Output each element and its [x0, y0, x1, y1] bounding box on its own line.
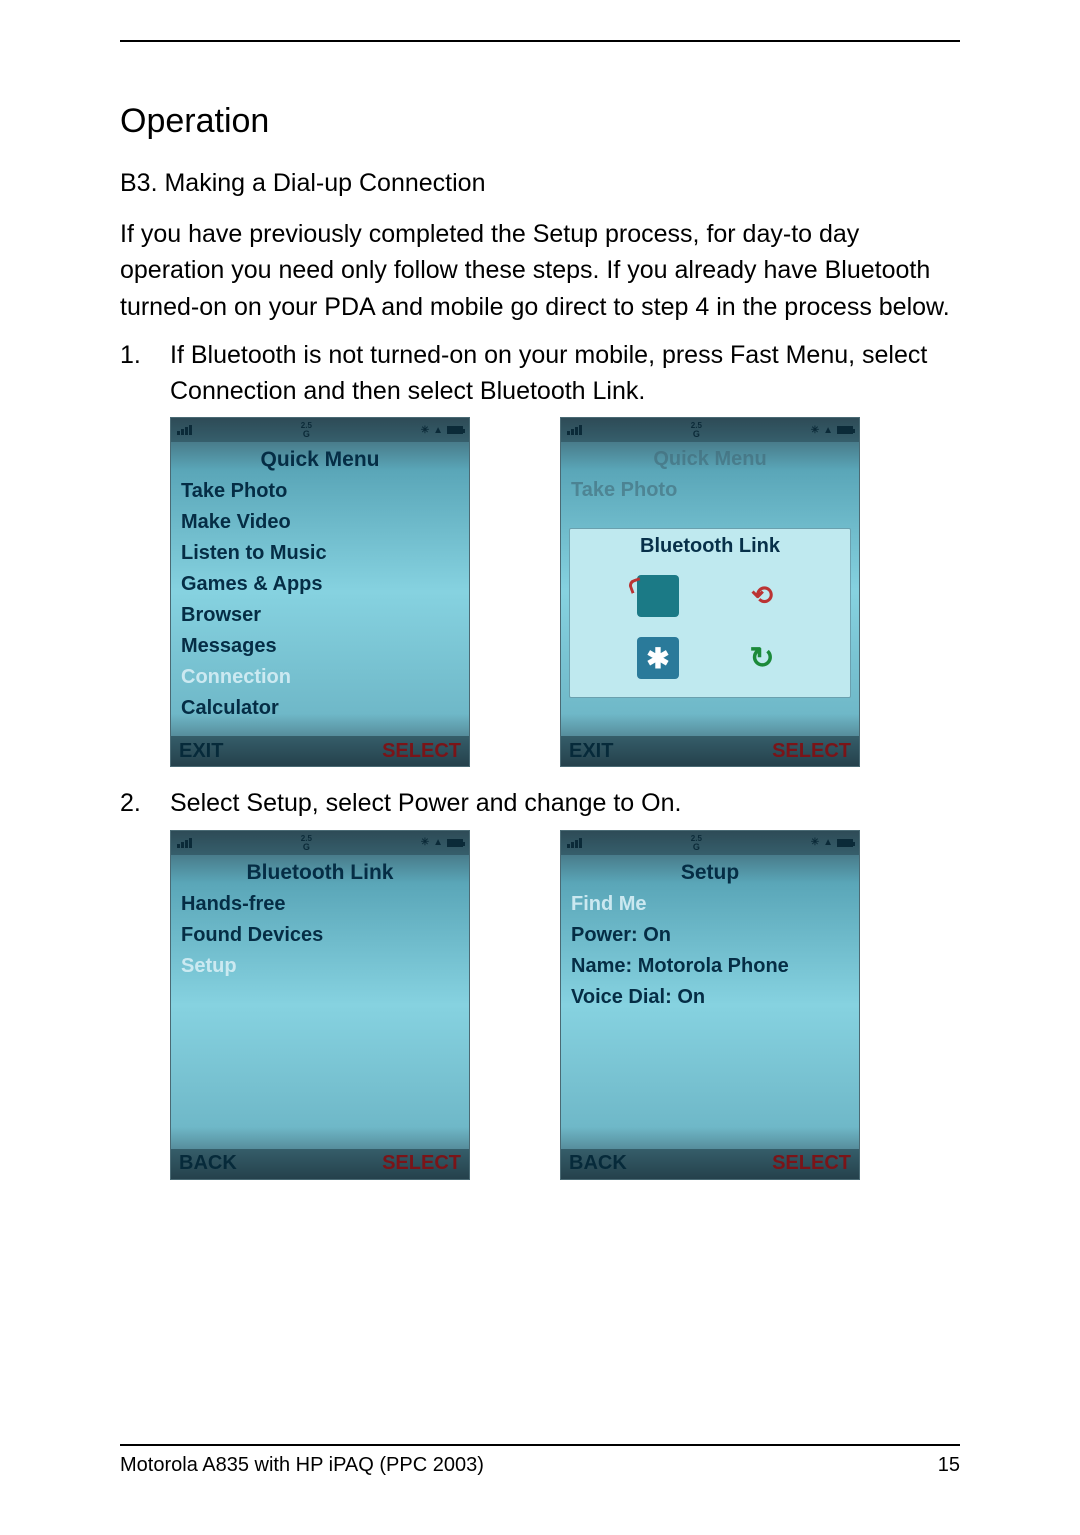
status-bar: 2.5G ✳ ▲	[171, 418, 469, 442]
menu-item[interactable]: Found Devices	[181, 920, 459, 951]
softkey-right[interactable]: SELECT	[382, 1152, 461, 1175]
softkey-left[interactable]: EXIT	[179, 740, 223, 763]
screen-title: Bluetooth Link	[171, 855, 469, 889]
alert-icon: ▲	[823, 837, 833, 848]
dimmed-background: Quick Menu Take Photo	[561, 442, 859, 528]
menu-list: Find Me Power: On Name: Motorola Phone V…	[561, 889, 859, 1149]
softkey-left[interactable]: BACK	[569, 1152, 627, 1175]
status-bar: 2.5G ✳ ▲	[561, 831, 859, 855]
menu-item-selected[interactable]: Connection	[181, 662, 459, 693]
status-bar: 2.5G ✳ ▲	[561, 418, 859, 442]
intro-paragraph: If you have previously completed the Set…	[120, 216, 960, 325]
footer-page-number: 15	[938, 1454, 960, 1477]
menu-item[interactable]: Messages	[181, 631, 459, 662]
screenshot-row-2: 2.5G ✳ ▲ Bluetooth Link Hands-free Found …	[170, 830, 960, 1180]
softkey-left[interactable]: EXIT	[569, 740, 613, 763]
softkey-right[interactable]: SELECT	[772, 1152, 851, 1175]
bluetooth-icon: ✳	[421, 425, 429, 436]
menu-item[interactable]: Voice Dial: On	[571, 982, 849, 1013]
bluetooth-icon: ✳	[811, 425, 819, 436]
step-1-text: If Bluetooth is not turned-on on your mo…	[170, 341, 927, 405]
menu-item[interactable]: Browser	[181, 600, 459, 631]
popup-card: Bluetooth Link ⟲ ✱ ↻	[569, 528, 851, 698]
alert-icon: ▲	[433, 425, 443, 436]
step-2-number: 2.	[120, 785, 141, 821]
menu-item[interactable]: Power: On	[571, 920, 849, 951]
menu-item[interactable]: Make Video	[181, 507, 459, 538]
phone-bluetooth-link-popup: 2.5G ✳ ▲ Quick Menu Take Photo Bluetooth …	[560, 417, 860, 767]
footer-left: Motorola A835 with HP iPAQ (PPC 2003)	[120, 1454, 484, 1477]
step-1: 1. If Bluetooth is not turned-on on your…	[120, 337, 960, 410]
menu-list: Hands-free Found Devices Setup	[171, 889, 469, 1149]
menu-item[interactable]: Hands-free	[181, 889, 459, 920]
softkey-right[interactable]: SELECT	[382, 740, 461, 763]
subheading: B3. Making a Dial-up Connection	[120, 169, 960, 198]
phone-setup: 2.5G ✳ ▲ Setup Find Me Power: On Name: Mo…	[560, 830, 860, 1180]
phone-bluetooth-link-list: 2.5G ✳ ▲ Bluetooth Link Hands-free Found …	[170, 830, 470, 1180]
network-icon: 2.5G	[301, 834, 312, 852]
sync-icon[interactable]: ↻	[741, 637, 783, 679]
battery-icon	[837, 426, 853, 434]
signal-icon	[567, 838, 582, 848]
battery-icon	[447, 426, 463, 434]
signal-icon	[177, 425, 192, 435]
bluetooth-tile-icon[interactable]: ✱	[637, 637, 679, 679]
menu-list: Take Photo Make Video Listen to Music Ga…	[171, 476, 469, 736]
step-2-text: Select Setup, select Power and change to…	[170, 789, 681, 817]
alert-icon: ▲	[433, 837, 443, 848]
network-icon: 2.5G	[691, 834, 702, 852]
step-1-number: 1.	[120, 337, 141, 373]
status-bar: 2.5G ✳ ▲	[171, 831, 469, 855]
menu-item-selected[interactable]: Setup	[181, 951, 459, 982]
bluetooth-icon: ✳	[811, 837, 819, 848]
menu-item[interactable]: Take Photo	[181, 476, 459, 507]
step-2: 2. Select Setup, select Power and change…	[120, 785, 960, 821]
top-rule	[120, 40, 960, 42]
page-footer: Motorola A835 with HP iPAQ (PPC 2003) 15	[120, 1444, 960, 1477]
device-icon[interactable]	[637, 575, 679, 617]
bluetooth-icon: ✳	[421, 837, 429, 848]
phone-quick-menu: 2.5G ✳ ▲ Quick Menu Take Photo Make Video…	[170, 417, 470, 767]
softkey-right[interactable]: SELECT	[772, 740, 851, 763]
menu-item[interactable]: Calculator	[181, 693, 459, 724]
signal-icon	[177, 838, 192, 848]
popup-title: Bluetooth Link	[570, 529, 850, 564]
menu-item[interactable]: Games & Apps	[181, 569, 459, 600]
signal-icon	[567, 425, 582, 435]
battery-icon	[447, 839, 463, 847]
screen-title: Quick Menu	[171, 442, 469, 476]
network-icon: 2.5G	[691, 421, 702, 439]
battery-icon	[837, 839, 853, 847]
menu-item[interactable]: Name: Motorola Phone	[571, 951, 849, 982]
softkey-left[interactable]: BACK	[179, 1152, 237, 1175]
menu-item[interactable]: Listen to Music	[181, 538, 459, 569]
screen-title: Setup	[561, 855, 859, 889]
link-icon[interactable]: ⟲	[741, 575, 783, 617]
network-icon: 2.5G	[301, 421, 312, 439]
screenshot-row-1: 2.5G ✳ ▲ Quick Menu Take Photo Make Video…	[170, 417, 960, 767]
heading-operation: Operation	[120, 102, 960, 141]
menu-item-selected[interactable]: Find Me	[571, 889, 849, 920]
alert-icon: ▲	[823, 425, 833, 436]
